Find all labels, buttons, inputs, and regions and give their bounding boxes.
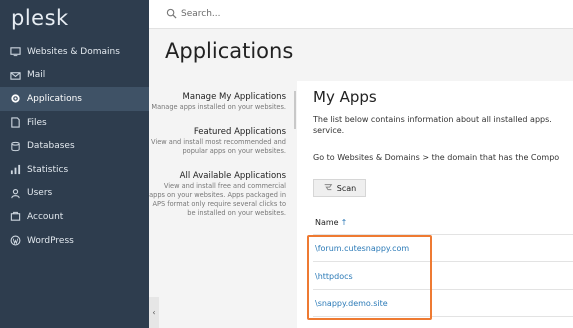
- sidebar-item-label: Applications: [27, 93, 82, 104]
- gear-icon: [10, 93, 21, 104]
- sidebar-item-label: Databases: [27, 141, 75, 152]
- scan-icon: [324, 184, 333, 191]
- content-description: The list below contains information abou…: [313, 115, 552, 135]
- subnav-item-title: Featured Applications: [193, 127, 286, 137]
- scan-button[interactable]: Scan: [313, 179, 366, 197]
- account-icon: [10, 211, 21, 222]
- mail-icon: [10, 70, 21, 81]
- sidebar: plesk Websites & Domains Mail Applicatio…: [0, 0, 149, 328]
- sidebar-item-websites-domains[interactable]: Websites & Domains: [0, 40, 149, 64]
- statistics-icon: [10, 164, 21, 175]
- app-link-httpdocs[interactable]: \httpdocs: [315, 272, 353, 281]
- sidebar-item-databases[interactable]: Databases: [0, 134, 149, 158]
- sidebar-item-label: Files: [27, 117, 47, 128]
- subnav-item-title: Manage My Applications: [182, 92, 286, 102]
- app-link-forum-cutesnappy[interactable]: \forum.cutesnappy.com: [315, 244, 409, 253]
- top-search-bar: [149, 0, 573, 29]
- table-divider: [313, 316, 573, 317]
- column-header-label: Name: [315, 218, 339, 227]
- name-column-header[interactable]: Name ↑: [315, 218, 347, 227]
- subnav-active-indicator: [294, 91, 296, 129]
- subnav-item-description: Manage apps installed on your websites.: [151, 103, 286, 111]
- sidebar-item-label: Account: [27, 211, 64, 222]
- sidebar-item-users[interactable]: Users: [0, 182, 149, 206]
- sidebar-nav: Websites & Domains Mail Applications Fil…: [0, 40, 149, 252]
- page-title: Applications: [165, 39, 294, 63]
- main-area: Applications Manage My Applications Mana…: [149, 29, 573, 328]
- sidebar-item-applications[interactable]: Applications: [0, 87, 149, 111]
- subnav-item-title: All Available Applications: [179, 171, 286, 181]
- search-input[interactable]: [181, 5, 381, 23]
- sidebar-item-label: Users: [27, 188, 53, 199]
- sort-ascending-icon: ↑: [340, 218, 348, 227]
- subnav-item-all-available-applications[interactable]: All Available Applications View and inst…: [149, 170, 296, 218]
- database-icon: [10, 141, 21, 152]
- sidebar-item-label: WordPress: [27, 235, 74, 246]
- plesk-logo[interactable]: plesk: [11, 6, 69, 30]
- subnav-item-manage-my-applications[interactable]: Manage My Applications Manage apps insta…: [149, 91, 296, 112]
- sidebar-item-label: Statistics: [27, 164, 69, 175]
- subnav-item-featured-applications[interactable]: Featured Applications View and install m…: [149, 126, 296, 156]
- table-divider: [313, 234, 573, 235]
- user-icon: [10, 188, 21, 199]
- table-divider: [313, 289, 573, 290]
- content-instructions: Go to Websites & Domains > the domain th…: [313, 153, 560, 162]
- subnav-item-description: View and install most recommended and po…: [151, 138, 286, 155]
- my-apps-panel: My Apps The list below contains informat…: [297, 81, 573, 328]
- sidebar-item-label: Mail: [27, 70, 46, 81]
- subnav-item-description: View and install free and commercial app…: [149, 182, 286, 217]
- sidebar-item-files[interactable]: Files: [0, 111, 149, 135]
- globe-icon: [10, 46, 21, 57]
- sidebar-item-wordpress[interactable]: WordPress: [0, 229, 149, 253]
- sidebar-item-mail[interactable]: Mail: [0, 64, 149, 88]
- applications-subnav: Manage My Applications Manage apps insta…: [149, 91, 296, 232]
- table-divider: [313, 261, 573, 262]
- content-title: My Apps: [313, 88, 377, 106]
- search-icon: [166, 8, 177, 19]
- sidebar-collapse-button[interactable]: ‹: [149, 297, 159, 328]
- sidebar-item-statistics[interactable]: Statistics: [0, 158, 149, 182]
- sidebar-item-account[interactable]: Account: [0, 205, 149, 229]
- wordpress-icon: [10, 235, 21, 246]
- sidebar-item-label: Websites & Domains: [27, 46, 120, 57]
- app-link-snappy-demo-site[interactable]: \snappy.demo.site: [315, 299, 388, 308]
- scan-button-label: Scan: [336, 183, 357, 193]
- file-icon: [10, 117, 21, 128]
